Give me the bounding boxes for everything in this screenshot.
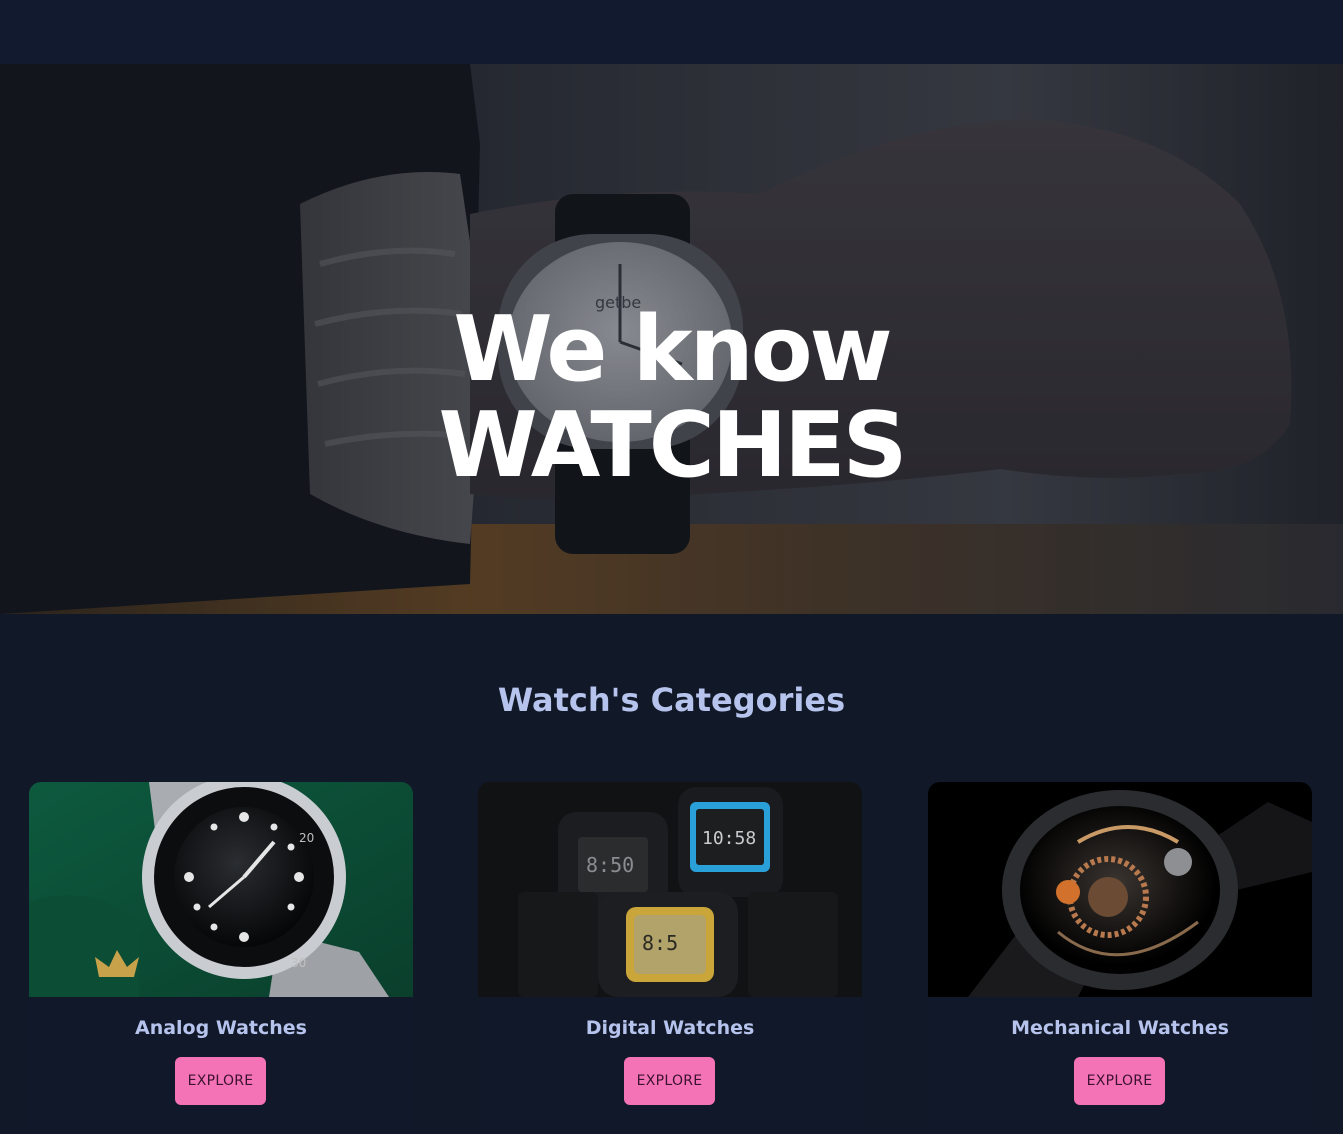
- hero-headline-line1: We know: [453, 297, 892, 402]
- analog-watch-image: 30 20: [29, 782, 413, 997]
- category-name: Digital Watches: [585, 1017, 755, 1039]
- explore-mechanical-button[interactable]: EXPLORE: [1074, 1057, 1165, 1105]
- svg-text:20: 20: [299, 831, 314, 845]
- top-nav-bar: [0, 0, 1343, 64]
- explore-analog-button[interactable]: EXPLORE: [175, 1057, 266, 1105]
- svg-text:10:58: 10:58: [702, 828, 756, 849]
- category-name: Analog Watches: [134, 1017, 307, 1039]
- mechanical-watch-image: [928, 782, 1312, 997]
- explore-digital-button[interactable]: EXPLORE: [624, 1057, 715, 1105]
- category-card-digital: 8:50 10:58 8:5 Digital Watches EXPLORE: [478, 782, 862, 1134]
- categories-heading: Watch's Categories: [497, 681, 846, 719]
- svg-text:30: 30: [291, 956, 306, 970]
- hero-headline: We know WATCHES: [0, 302, 1343, 494]
- category-card-mechanical: Mechanical Watches EXPLORE: [928, 782, 1312, 1134]
- category-card-analog: 30 20 Analog Watches EXPLORE: [29, 782, 413, 1134]
- hero-headline-line2: WATCHES: [438, 393, 908, 498]
- svg-text:8:5: 8:5: [642, 931, 678, 955]
- hero-banner: getbe We know WATCHES: [0, 64, 1343, 614]
- svg-text:8:50: 8:50: [586, 853, 634, 877]
- digital-watch-image: 8:50 10:58 8:5: [478, 782, 862, 997]
- category-name: Mechanical Watches: [1011, 1017, 1229, 1039]
